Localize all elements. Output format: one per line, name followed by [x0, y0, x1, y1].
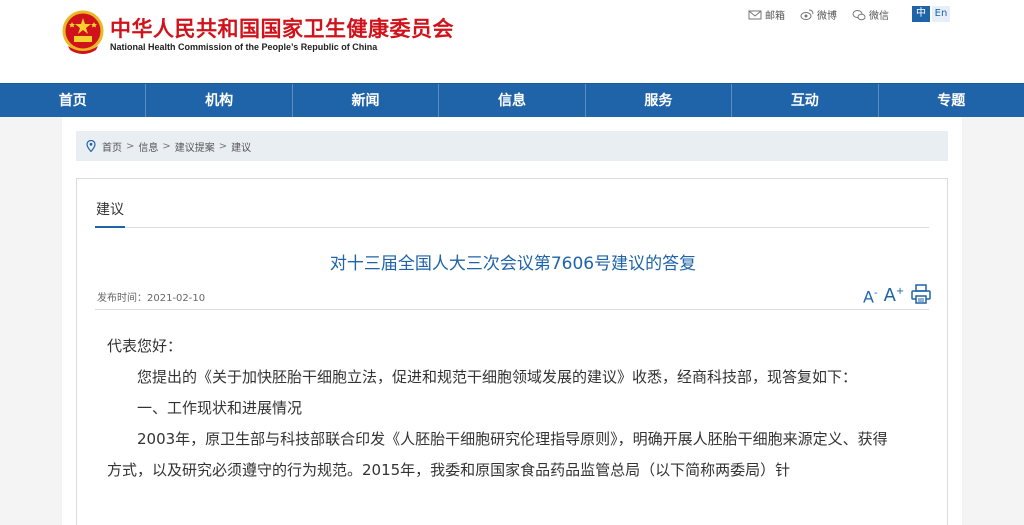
article-paragraph: 代表您好：	[107, 337, 183, 355]
font-decrease-button[interactable]: A-	[863, 288, 878, 305]
article-panel: 建议 对十三届全国人大三次会议第7606号建议的答复 发布时间：2021-02-…	[76, 178, 948, 525]
breadcrumb: 首页 > 信息 > 建议提案 > 建议	[76, 131, 948, 161]
article-paragraph: 一、工作现状和进展情况	[137, 399, 303, 417]
weibo-link-label: 微博	[817, 11, 837, 22]
wechat-link-label: 微信	[869, 11, 889, 22]
wechat-icon	[852, 9, 866, 20]
publish-date: 发布时间：2021-02-10	[97, 293, 206, 304]
article-title: 对十三届全国人大三次会议第7606号建议的答复	[329, 254, 697, 274]
breadcrumb-separator: >	[126, 140, 135, 152]
print-icon[interactable]	[910, 283, 932, 305]
nav-item-news[interactable]: 新闻	[293, 84, 440, 118]
article-body: 代表您好： 您提出的《关于加快胚胎干细胞立法，促进和规范干细胞领域发展的建议》收…	[107, 331, 897, 486]
nav-item-information[interactable]: 信息	[439, 84, 586, 118]
site-title-en: National Health Commission of the People…	[110, 42, 378, 52]
article-tools: A- A+	[863, 283, 932, 305]
article-paragraph: 2003年，原卫生部与科技部联合印发《人胚胎干细胞研究伦理指导原则》，明确开展人…	[107, 430, 888, 479]
mail-link-label: 邮箱	[765, 11, 785, 22]
font-increase-button[interactable]: A+	[884, 287, 905, 305]
breadcrumb-separator: >	[218, 140, 228, 152]
weibo-icon	[800, 9, 814, 20]
site-header: 中华人民共和国国家卫生健康委员会 National Health Commiss…	[0, 0, 1024, 83]
breadcrumb-home[interactable]: 首页	[102, 139, 122, 154]
breadcrumb-information[interactable]: 信息	[138, 139, 158, 154]
site-title-cn: 中华人民共和国国家卫生健康委员会	[110, 17, 454, 41]
breadcrumb-proposals[interactable]: 建议提案	[175, 139, 215, 154]
location-pin-icon	[86, 140, 96, 152]
nav-item-services[interactable]: 服务	[586, 84, 733, 118]
top-links: 邮箱 微博 微信	[748, 7, 904, 22]
article-paragraph: 您提出的《关于加快胚胎干细胞立法，促进和规范干细胞领域发展的建议》收悉，经商科技…	[137, 368, 858, 386]
nav-item-interaction[interactable]: 互动	[732, 84, 879, 118]
lang-en-button[interactable]: En	[932, 6, 950, 22]
main-nav: 首页 机构 新闻 信息 服务 互动 专题	[0, 83, 1024, 118]
meta-divider	[95, 309, 929, 310]
breadcrumb-suggestions[interactable]: 建议	[231, 139, 251, 154]
section-divider	[95, 227, 929, 228]
nav-item-topics[interactable]: 专题	[879, 84, 1024, 118]
lang-zh-button[interactable]: 中	[912, 6, 930, 22]
section-underline	[95, 226, 125, 228]
nav-item-institutions[interactable]: 机构	[146, 84, 293, 118]
wechat-link[interactable]: 微信	[852, 7, 889, 22]
mail-icon	[748, 10, 762, 19]
nav-item-home[interactable]: 首页	[0, 84, 147, 118]
breadcrumb-separator: >	[162, 140, 171, 152]
national-emblem-icon[interactable]	[62, 10, 104, 56]
mail-link[interactable]: 邮箱	[748, 7, 785, 22]
weibo-link[interactable]: 微博	[800, 7, 837, 22]
section-label: 建议	[96, 202, 124, 218]
language-switch: 中 En	[912, 6, 950, 22]
